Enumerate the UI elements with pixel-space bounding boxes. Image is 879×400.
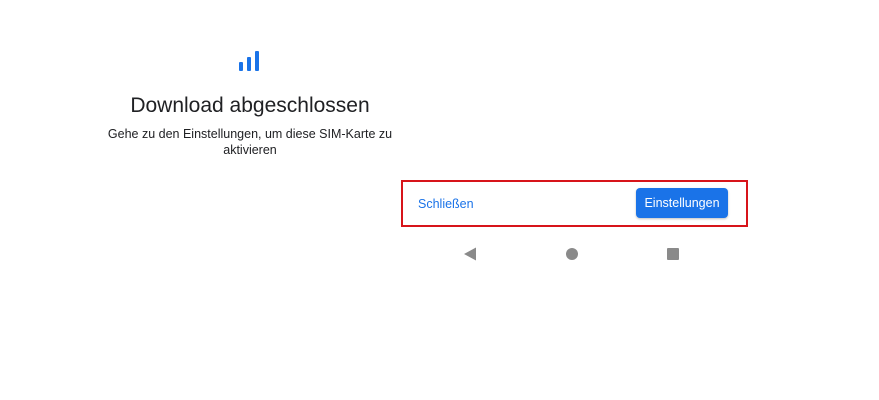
signal-bars-icon — [239, 51, 259, 71]
recents-square-icon[interactable] — [667, 248, 679, 260]
dialog-title: Download abgeschlossen — [130, 94, 370, 117]
screen: Download abgeschlossen Gehe zu den Einst… — [0, 0, 879, 400]
settings-button[interactable]: Einstellungen — [636, 188, 728, 218]
close-button[interactable]: Schließen — [418, 195, 474, 213]
back-triangle-icon[interactable] — [463, 247, 477, 261]
dialog-message: Gehe zu den Einstellungen, um diese SIM-… — [107, 127, 393, 157]
dialog-actions: Schließen Einstellungen — [401, 180, 748, 227]
home-circle-icon[interactable] — [566, 248, 578, 260]
navigation-bar — [401, 240, 748, 268]
